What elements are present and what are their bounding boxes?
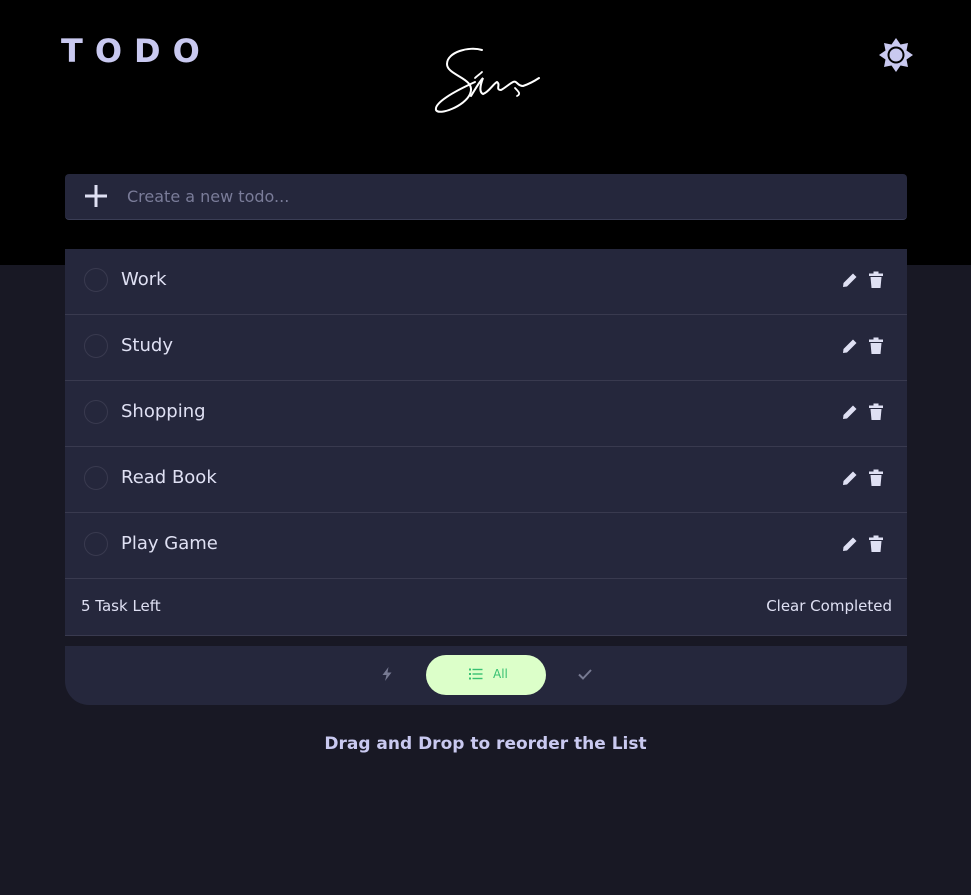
list-footer: 5 Task Left Clear Completed — [65, 579, 907, 636]
todo-checkbox[interactable] — [84, 334, 108, 358]
pencil-icon[interactable] — [841, 469, 859, 487]
todo-label: Study — [121, 335, 173, 356]
trash-icon[interactable] — [867, 271, 885, 289]
settings-icon[interactable] — [878, 37, 914, 73]
plus-icon[interactable] — [84, 184, 108, 208]
pencil-icon[interactable] — [841, 535, 859, 553]
trash-icon[interactable] — [867, 535, 885, 553]
pencil-icon[interactable] — [841, 403, 859, 421]
todo-item[interactable]: Study — [65, 315, 907, 381]
todo-label: Work — [121, 269, 167, 290]
app-title: TODO — [61, 32, 212, 70]
filter-all-button[interactable]: All — [426, 655, 546, 695]
new-todo-input[interactable] — [127, 174, 887, 218]
todo-item[interactable]: Work — [65, 249, 907, 315]
tasks-left-count: 5 Task Left — [81, 597, 161, 615]
todo-checkbox[interactable] — [84, 532, 108, 556]
pencil-icon[interactable] — [841, 271, 859, 289]
clear-completed-button[interactable]: Clear Completed — [766, 597, 892, 615]
todo-checkbox[interactable] — [84, 400, 108, 424]
todo-label: Read Book — [121, 467, 217, 488]
filter-bar: All — [65, 646, 907, 705]
trash-icon[interactable] — [867, 469, 885, 487]
todo-list: Work Study Shopping Read Book Play Game … — [65, 249, 907, 636]
signature-logo — [434, 47, 540, 113]
bolt-icon[interactable] — [379, 666, 395, 682]
trash-icon[interactable] — [867, 337, 885, 355]
todo-checkbox[interactable] — [84, 268, 108, 292]
filter-all-label: All — [493, 667, 508, 681]
todo-checkbox[interactable] — [84, 466, 108, 490]
new-todo-box — [65, 174, 907, 220]
trash-icon[interactable] — [867, 403, 885, 421]
reorder-hint: Drag and Drop to reorder the List — [324, 734, 647, 754]
todo-item[interactable]: Shopping — [65, 381, 907, 447]
todo-item[interactable]: Play Game — [65, 513, 907, 579]
todo-label: Play Game — [121, 533, 218, 554]
list-icon — [469, 668, 483, 680]
pencil-icon[interactable] — [841, 337, 859, 355]
todo-item[interactable]: Read Book — [65, 447, 907, 513]
todo-label: Shopping — [121, 401, 206, 422]
check-icon[interactable] — [577, 666, 593, 682]
